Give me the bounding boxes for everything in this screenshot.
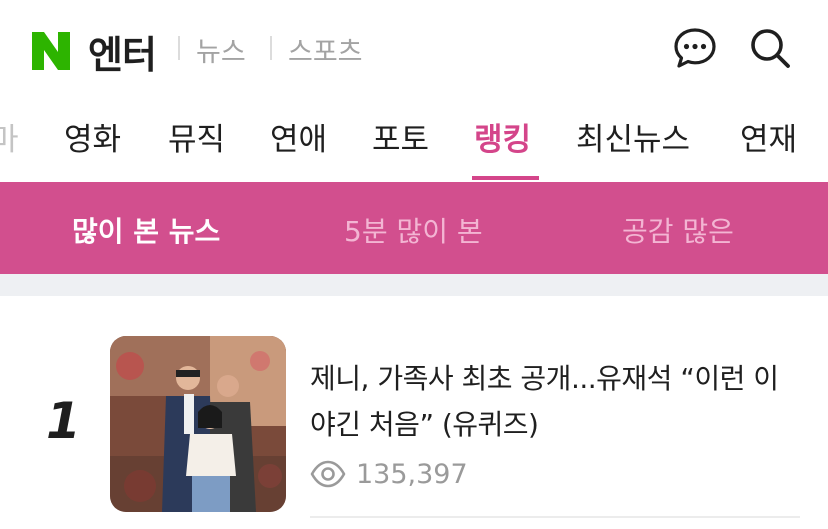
tab-five-min-most-viewed[interactable]: 5분 많이 본 [344,210,483,250]
article-thumbnail[interactable] [110,336,286,512]
tab-series[interactable]: 연재 [740,114,797,159]
tab-drama[interactable]: 마 [0,114,19,159]
chat-bubble-icon[interactable] [673,26,717,70]
tab-photo[interactable]: 포토 [372,114,429,159]
naver-logo-icon[interactable] [30,30,72,72]
list-item[interactable]: 1 제니, 가족사 최초 공개...유재석 “이런 이야긴 처음” (유퀴즈) … [0,296,828,529]
section-title[interactable]: 엔터 [88,24,157,79]
article-title[interactable]: 제니, 가족사 최초 공개...유재석 “이런 이야긴 처음” (유퀴즈) [310,356,800,448]
tab-most-empathized[interactable]: 공감 많은 [622,210,734,250]
tab-most-viewed[interactable]: 많이 본 뉴스 [72,210,220,250]
view-count: 135,397 [356,458,468,490]
active-tab-indicator [472,176,539,180]
eye-icon [310,460,346,488]
category-nav: 마 영화 뮤직 연애 포토 랭킹 최신뉴스 연재 [0,98,828,182]
tab-ranking[interactable]: 랭킹 [474,114,531,159]
ranking-tabs: 많이 본 뉴스 5분 많이 본 공감 많은 [0,182,828,274]
header-link-news[interactable]: 뉴스 [196,30,246,69]
header-divider [270,36,272,60]
search-icon[interactable] [748,26,792,70]
list-divider [310,516,800,518]
tab-dating[interactable]: 연애 [270,114,327,159]
header-divider [178,36,180,60]
section-spacer [0,274,828,296]
header-link-sports[interactable]: 스포츠 [288,30,363,69]
tab-movie[interactable]: 영화 [64,114,121,159]
tab-latest-news[interactable]: 최신뉴스 [576,114,690,159]
tab-music[interactable]: 뮤직 [168,114,225,159]
rank-number: 1 [46,392,81,450]
app-header: 엔터 뉴스 스포츠 [0,0,828,98]
view-count-row: 135,397 [310,454,468,494]
